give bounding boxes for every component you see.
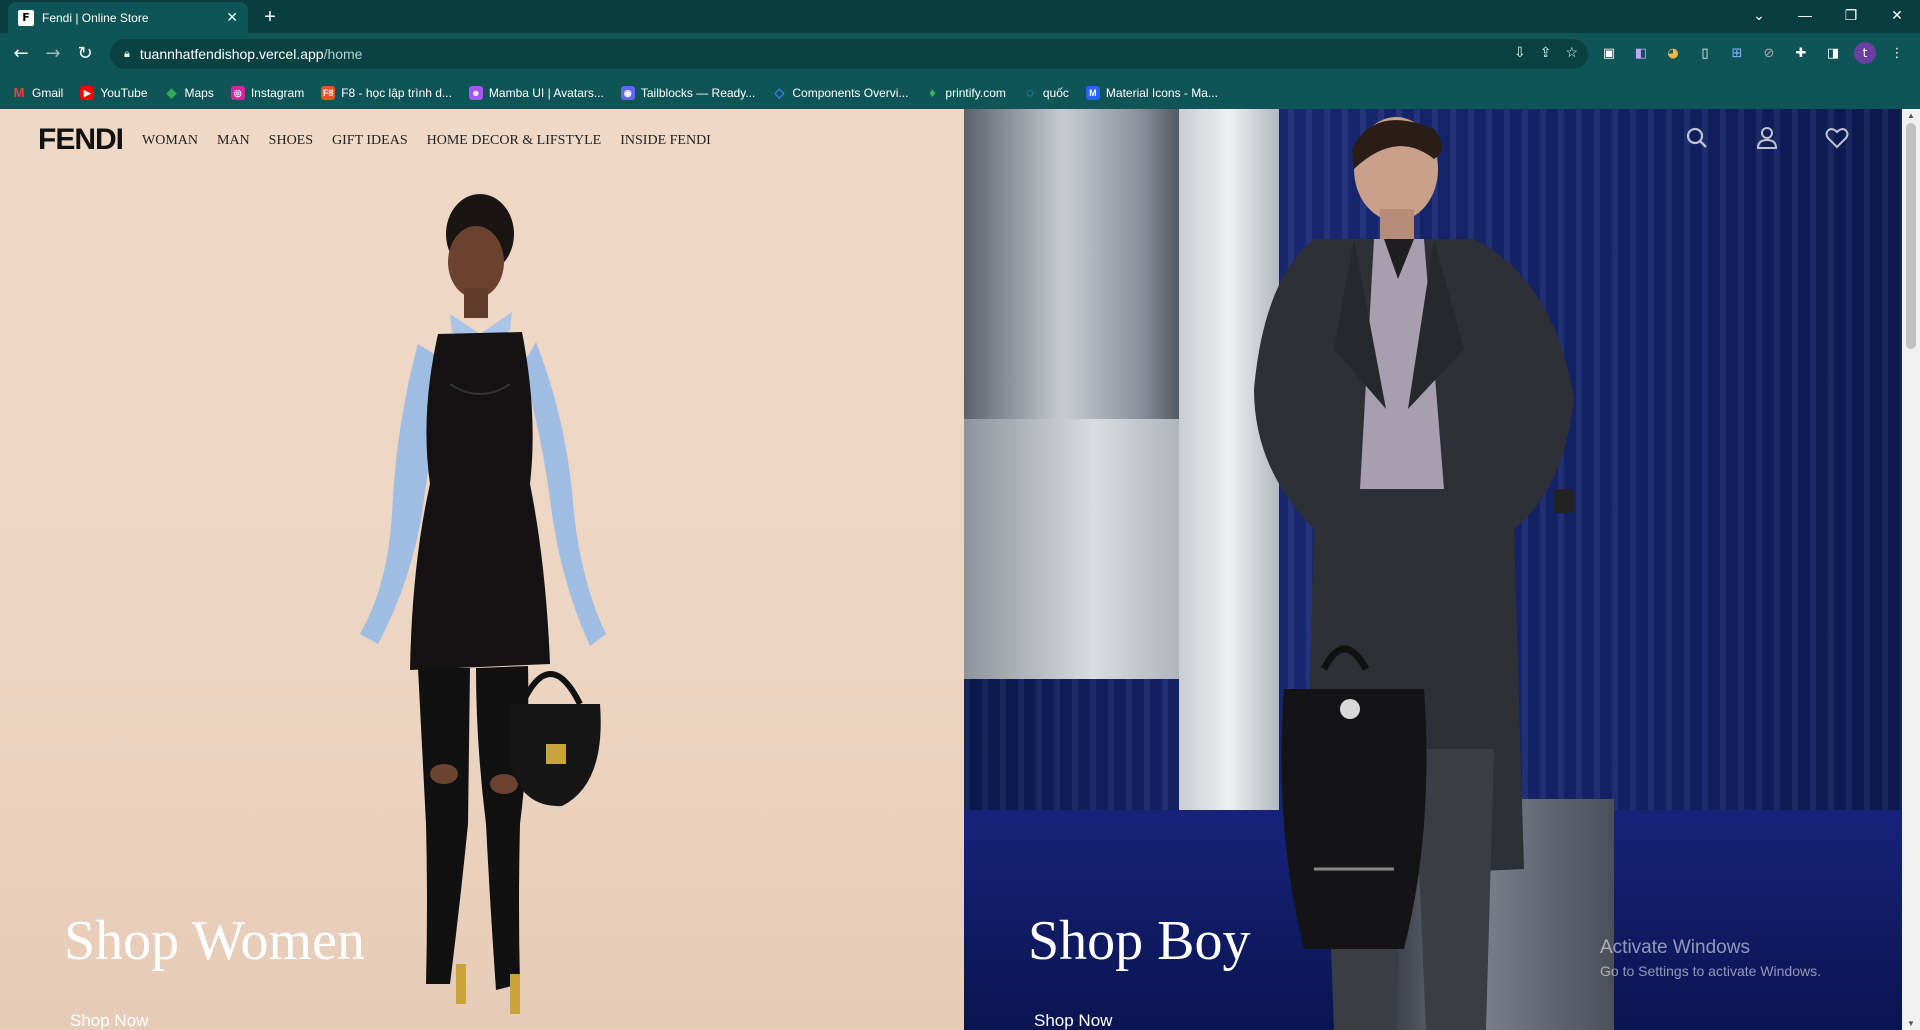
page-viewport: FENDI WOMAN MAN SHOES GIFT IDEAS HOME DE…: [0, 109, 1920, 1030]
nav-gift-ideas[interactable]: GIFT IDEAS: [332, 133, 408, 149]
page-scrollbar[interactable]: ▲ ▼: [1902, 109, 1920, 1030]
reload-icon[interactable]: ↻: [72, 41, 98, 67]
bookmark-mamba-ui[interactable]: ☻ Mamba UI | Avatars...: [468, 85, 604, 100]
extension-1-icon[interactable]: ▣: [1598, 42, 1620, 64]
side-panel-icon[interactable]: ◨: [1822, 42, 1844, 64]
search-icon[interactable]: [1684, 125, 1710, 151]
user-icon[interactable]: [1754, 125, 1780, 151]
components-icon: ◇: [774, 84, 785, 100]
tab-title: Fendi | Online Store: [42, 10, 149, 25]
forward-icon[interactable]: →: [40, 41, 66, 67]
menu-dots-icon[interactable]: ⋮: [1886, 42, 1908, 64]
instagram-icon: ◎: [230, 85, 245, 100]
hero-women-panel[interactable]: FENDI WOMAN MAN SHOES GIFT IDEAS HOME DE…: [0, 109, 964, 1030]
nav-home-decor[interactable]: HOME DECOR & LIFSTYLE: [427, 133, 602, 149]
extensions-puzzle-icon[interactable]: ✚: [1790, 42, 1812, 64]
scroll-up-icon[interactable]: ▲: [1906, 111, 1916, 120]
bookmark-material-icons[interactable]: M Material Icons - Ma...: [1085, 85, 1218, 100]
close-window-icon[interactable]: ✕: [1874, 0, 1920, 30]
extension-3-icon[interactable]: ◕: [1662, 42, 1684, 64]
nav-shoes[interactable]: SHOES: [269, 133, 313, 149]
bookmark-quoc[interactable]: ◌ quốc: [1023, 84, 1069, 100]
bookmark-gmail[interactable]: M Gmail: [12, 84, 64, 100]
quoc-icon: ◌: [1026, 84, 1034, 100]
woman-model-image: [360, 194, 606, 1014]
watermark-subtitle: Go to Settings to activate Windows.: [1600, 963, 1821, 979]
lock-icon: 🔒︎: [124, 47, 130, 60]
translate-icon[interactable]: ⊞: [1726, 42, 1748, 64]
watermark-title: Activate Windows: [1600, 937, 1750, 958]
tab-search-icon[interactable]: ⌄: [1736, 0, 1782, 30]
gmail-icon: M: [13, 84, 25, 100]
shop-women-cta[interactable]: Shop Now: [70, 1011, 148, 1030]
printify-icon: ♦: [929, 84, 936, 100]
close-tab-icon[interactable]: ✕: [226, 9, 238, 26]
shop-women-title: Shop Women: [64, 910, 365, 972]
extension-4-icon[interactable]: ▯: [1694, 42, 1716, 64]
bookmark-maps[interactable]: ◆ Maps: [165, 84, 214, 100]
shop-boy-cta[interactable]: Shop Now: [1034, 1011, 1112, 1030]
browser-toolbar: ← → ↻ 🔒︎ tuannhatfendishop.vercel.app/ho…: [0, 33, 1920, 76]
bookmarks-bar: M Gmail ▶ YouTube ◆ Maps ◎ Instagram F8 F8 - …: [0, 76, 1920, 109]
windows-activation-watermark: Activate Windows Go to Settings to activ…: [1600, 937, 1821, 979]
site-header: FENDI WOMAN MAN SHOES GIFT IDEAS HOME DE…: [0, 109, 964, 173]
hero-men-panel[interactable]: Shop Boy Shop Now: [964, 109, 1902, 1030]
bookmark-printify[interactable]: ♦ printify.com: [925, 84, 1006, 100]
bookmark-instagram[interactable]: ◎ Instagram: [230, 85, 304, 100]
extensions-area: ▣ ◧ ◕ ▯ ⊞ ⊘ ✚ ◨ t ⋮: [1598, 42, 1908, 64]
bookmark-star-icon[interactable]: ☆: [1565, 44, 1578, 61]
address-bar[interactable]: 🔒︎ tuannhatfendishop.vercel.app/home ⇩ ⇪…: [110, 39, 1588, 69]
tab-strip: F Fendi | Online Store ✕ + ⌄ — ❐ ✕: [0, 0, 1920, 33]
new-tab-button[interactable]: +: [258, 5, 282, 29]
restore-icon[interactable]: ❐: [1828, 0, 1874, 30]
youtube-icon: ▶: [80, 85, 95, 100]
share-icon[interactable]: ⇪: [1540, 44, 1552, 61]
f8-icon: F8: [321, 85, 336, 100]
fendi-favicon-icon: F: [18, 9, 34, 26]
nav-man[interactable]: MAN: [217, 133, 250, 149]
url-host: tuannhatfendishop.vercel.app: [139, 46, 324, 62]
bookmark-components[interactable]: ◇ Components Overvi...: [772, 84, 908, 100]
nav-inside-fendi[interactable]: INSIDE FENDI: [620, 133, 711, 149]
extension-2-icon[interactable]: ◧: [1630, 42, 1652, 64]
maps-icon: ◆: [166, 84, 177, 100]
scroll-down-icon[interactable]: ▼: [1906, 1019, 1916, 1028]
bookmark-tailblocks[interactable]: ◉ Tailblocks — Ready...: [620, 85, 755, 100]
main-nav: WOMAN MAN SHOES GIFT IDEAS HOME DECOR & …: [142, 133, 711, 149]
heart-icon[interactable]: [1824, 125, 1850, 151]
tailblocks-icon: ◉: [620, 85, 635, 100]
extension-6-icon[interactable]: ⊘: [1758, 42, 1780, 64]
mamba-icon: ☻: [468, 85, 483, 100]
minimize-icon[interactable]: —: [1782, 0, 1828, 30]
url-path: /home: [323, 46, 363, 62]
material-icons-icon: M: [1085, 85, 1100, 100]
fendi-logo[interactable]: FENDI: [38, 123, 124, 157]
window-controls: ⌄ — ❐ ✕: [1736, 0, 1920, 30]
shop-boy-title: Shop Boy: [1028, 910, 1251, 972]
back-icon[interactable]: ←: [8, 41, 34, 67]
scroll-thumb[interactable]: [1906, 123, 1916, 349]
bookmark-youtube[interactable]: ▶ YouTube: [80, 85, 148, 100]
header-icons: [1684, 125, 1850, 151]
profile-avatar[interactable]: t: [1854, 42, 1876, 64]
bookmark-f8[interactable]: F8 F8 - học lập trình d...: [321, 85, 452, 100]
active-tab[interactable]: F Fendi | Online Store ✕: [8, 2, 248, 33]
nav-woman[interactable]: WOMAN: [142, 133, 198, 149]
man-model-image: [1254, 117, 1574, 1030]
install-app-icon[interactable]: ⇩: [1514, 44, 1526, 61]
